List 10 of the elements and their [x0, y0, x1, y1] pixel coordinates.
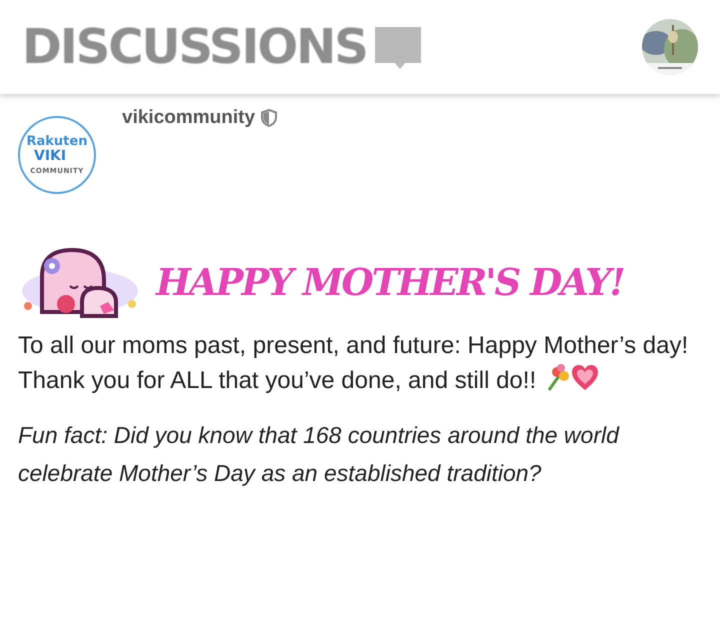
post-paragraph: Fun fact: Did you know that 168 countries around the world celebrate Mother’s Day as an established tradition?	[18, 421, 620, 488]
logo-product: VIKI	[34, 149, 66, 164]
page-title: DISCUSSIONS	[22, 19, 367, 75]
author-name[interactable]: vikicommunity	[122, 107, 256, 129]
post-paragraph: To all our moms past, present, and future: Happy Mother’s day! Thank you for ALL that you’ve done, and still do!!	[18, 331, 690, 396]
logo-brand: Rakuten	[26, 135, 88, 149]
chat-bubble-icon	[374, 27, 421, 71]
banner-heading: HAPPY MOTHER'S DAY!	[156, 260, 624, 304]
heart-icon	[570, 364, 599, 392]
shield-icon	[261, 109, 278, 127]
